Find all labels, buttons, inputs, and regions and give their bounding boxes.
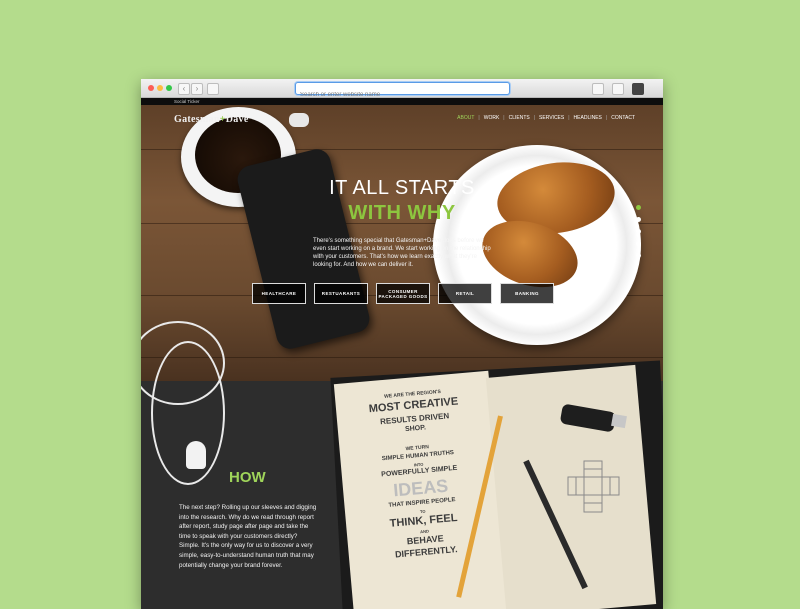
tabs-icon[interactable]	[612, 83, 624, 95]
hero-description: There's something special that Gatesman+…	[313, 238, 491, 268]
slide-dot-5[interactable]	[636, 253, 641, 258]
consumer-packaged-goods-button[interactable]: CONSUMER PACKAGED GOODS	[376, 283, 430, 304]
social-ticker-label[interactable]: Social Ticker	[174, 98, 200, 105]
industry-buttons: HEALTHCARE RESTUARANTS CONSUMER PACKAGED…	[252, 283, 554, 304]
hero-title-line2: WITH WHY	[348, 202, 456, 224]
nav-headlines[interactable]: HEADLINES	[574, 115, 602, 121]
slide-pager	[636, 205, 641, 265]
close-window-icon[interactable]	[148, 85, 154, 91]
banking-button[interactable]: BANKING	[500, 283, 554, 304]
cross-sketch-icon	[567, 460, 620, 513]
address-bar[interactable]	[295, 82, 510, 101]
back-icon[interactable]: ‹	[178, 83, 190, 95]
brand-logo[interactable]: Gatesman+Dave	[174, 114, 249, 125]
share-icon[interactable]	[592, 83, 604, 95]
how-section: HOW The next step? Rolling up our sleeve…	[141, 321, 663, 609]
minimize-window-icon[interactable]	[157, 85, 163, 91]
earbud-image	[186, 441, 206, 469]
nav-clients[interactable]: CLIENTS	[509, 115, 530, 121]
how-paragraph: The next step? Rolling up our sleeves an…	[179, 504, 317, 569]
nav-work[interactable]: WORK	[484, 115, 500, 121]
healthcare-button[interactable]: HEALTHCARE	[252, 283, 306, 304]
main-nav: ABOUT | WORK | CLIENTS | SERVICES | HEADLINE…	[457, 115, 635, 121]
browser-window: ‹ › Social Ticker Gatesman+Dave ABOUT| W…	[141, 79, 663, 609]
hero-title-line1: IT ALL STARTS	[329, 177, 475, 199]
nav-contact[interactable]: CONTACT	[611, 115, 635, 121]
browser-toolbar: ‹ ›	[141, 79, 663, 101]
coffee-cup-handle	[289, 113, 309, 127]
slide-dot-3[interactable]	[636, 229, 641, 234]
retail-button[interactable]: RETAIL	[438, 283, 492, 304]
how-heading: HOW	[229, 469, 266, 486]
slide-dot-2[interactable]	[636, 217, 641, 222]
hero-section: Gatesman+Dave ABOUT | WORK | CLIENTS | SERV…	[141, 105, 663, 381]
sidebar-icon[interactable]	[207, 83, 219, 95]
forward-icon[interactable]: ›	[191, 83, 203, 95]
nav-services[interactable]: SERVICES	[539, 115, 564, 121]
nav-about[interactable]: ABOUT	[457, 115, 474, 121]
slide-dot-4[interactable]	[636, 241, 641, 246]
zoom-window-icon[interactable]	[166, 85, 172, 91]
slide-dot-1[interactable]	[636, 205, 641, 210]
usb-connector-image	[611, 413, 627, 429]
restaurants-button[interactable]: RESTUARANTS	[314, 283, 368, 304]
extension-icon[interactable]	[632, 83, 644, 95]
social-ticker-bar: Social Ticker	[141, 98, 663, 105]
